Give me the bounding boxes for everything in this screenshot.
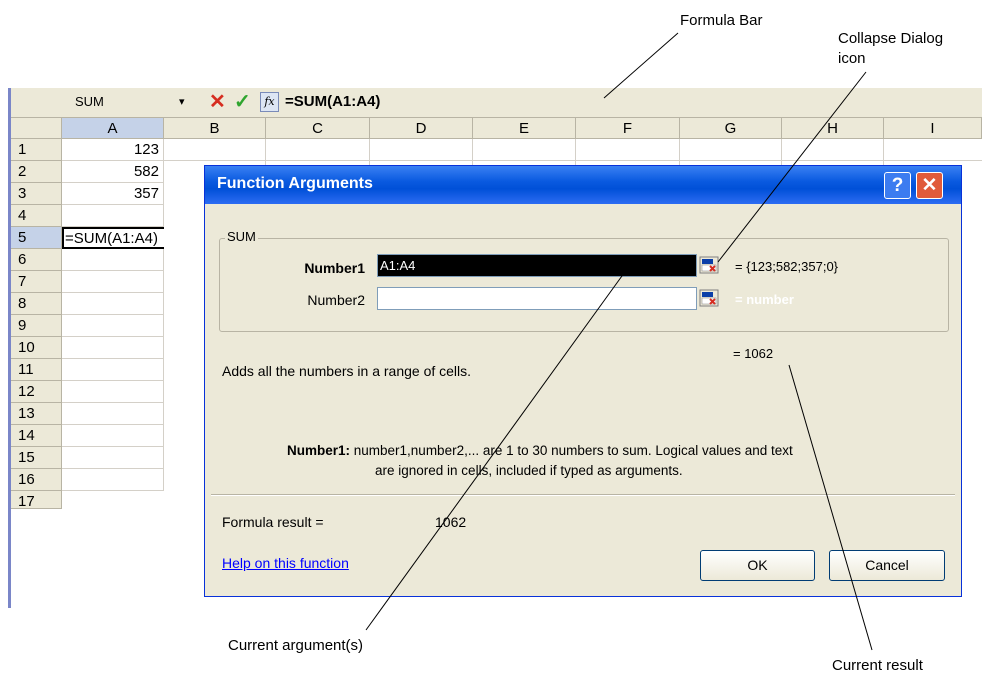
current-result-pointer-line xyxy=(788,364,873,651)
annotation-lines xyxy=(365,32,873,651)
collapse-icon-pointer-line xyxy=(717,71,867,263)
formula-bar-pointer-line xyxy=(603,32,679,99)
current-arguments-pointer-line xyxy=(365,268,628,631)
